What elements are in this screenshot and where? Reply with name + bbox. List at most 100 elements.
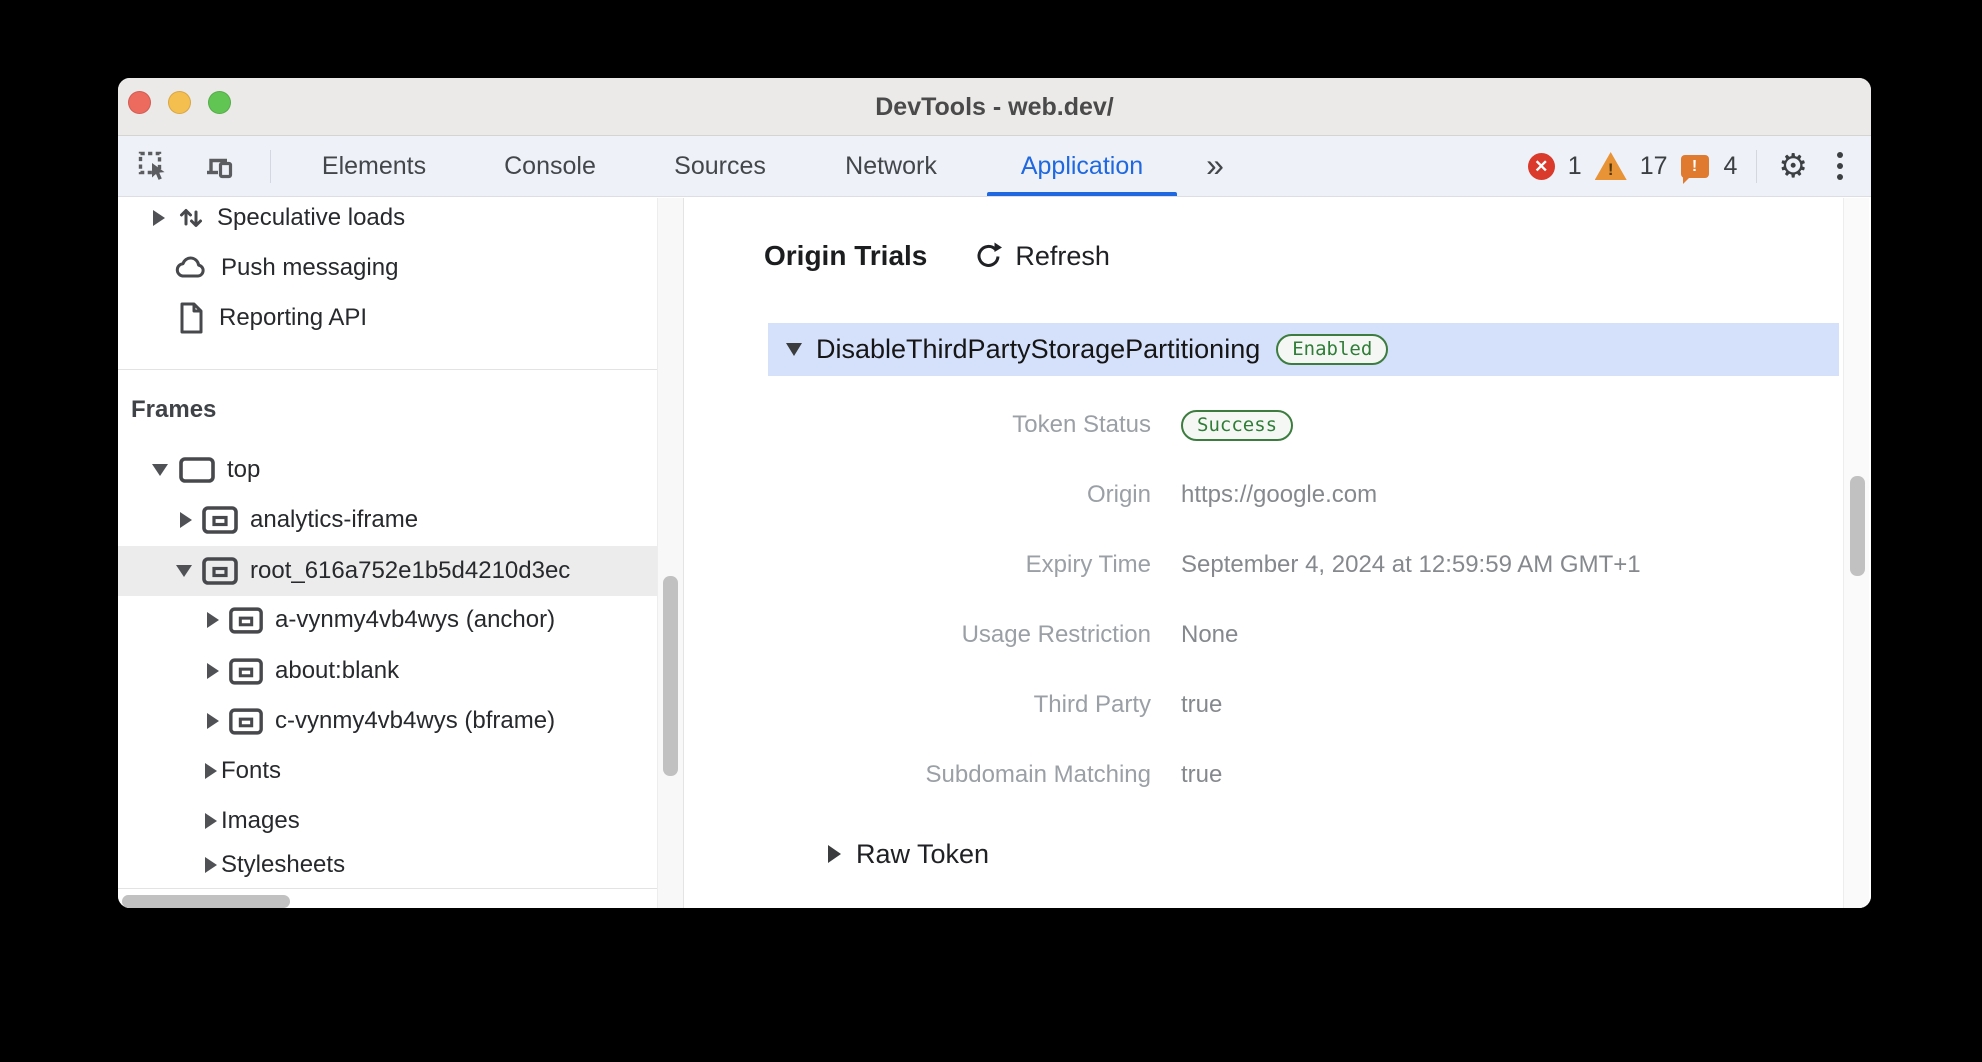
issues-count[interactable]: 4 (1724, 152, 1738, 181)
chevron-right-icon[interactable] (180, 512, 192, 528)
devtools-content: Speculative loads Push messaging Reporti… (118, 198, 1871, 908)
more-tabs-icon[interactable]: » (1206, 136, 1220, 196)
chevron-down-icon[interactable] (176, 565, 192, 577)
window-title: DevTools - web.dev/ (118, 78, 1871, 136)
iframe-icon (201, 505, 239, 535)
sidebar-scrollbar-track[interactable] (657, 198, 683, 908)
chevron-right-icon[interactable] (205, 857, 217, 873)
chevron-right-icon[interactable] (207, 713, 219, 729)
detail-row-usage-restriction: Usage Restriction None (685, 610, 1871, 660)
tree-item-top[interactable]: top (118, 445, 658, 495)
detail-row-subdomain-matching: Subdomain Matching true (685, 750, 1871, 800)
origin-trials-header: Origin Trials Refresh (764, 234, 1110, 278)
issues-icon[interactable]: ! (1681, 155, 1709, 178)
horizontal-scrollbar-thumb[interactable] (122, 895, 290, 908)
error-count[interactable]: 1 (1568, 152, 1582, 181)
trial-row[interactable]: DisableThirdPartyStoragePartitioning Ena… (768, 323, 1839, 376)
detail-row-expiry-time: Expiry Time September 4, 2024 at 12:59:5… (685, 540, 1871, 590)
tree-item-label: Images (221, 807, 300, 835)
tree-item-label: root_616a752e1b5d4210d3ec (250, 557, 570, 585)
panel-title: Origin Trials (764, 240, 927, 272)
detail-row-origin: Origin https://google.com (685, 470, 1871, 520)
tree-item-label: analytics-iframe (250, 506, 418, 534)
tree-item-stylesheets[interactable]: Stylesheets (118, 843, 658, 887)
detail-label: Token Status (685, 411, 1151, 439)
devtools-window: DevTools - web.dev/ Elements Console Sou… (118, 78, 1871, 908)
tree-item-root-frame[interactable]: root_616a752e1b5d4210d3ec (118, 546, 658, 596)
device-toolbar-icon[interactable] (204, 151, 234, 181)
refresh-icon (973, 241, 1003, 271)
raw-token-row[interactable]: Raw Token (828, 829, 989, 879)
sidebar-divider (118, 369, 684, 370)
toolbar-separator (270, 150, 271, 183)
detail-value: true (1181, 761, 1222, 789)
tree-item-label: Fonts (221, 757, 281, 785)
warning-icon[interactable]: ! (1595, 152, 1627, 180)
chevron-right-icon[interactable] (207, 663, 219, 679)
detail-value: None (1181, 621, 1238, 649)
tree-item-bframe[interactable]: c-vynmy4vb4wys (bframe) (118, 696, 658, 746)
tab-elements[interactable]: Elements (322, 136, 426, 196)
sidebar-item-speculative-loads[interactable]: Speculative loads (118, 193, 658, 243)
tab-console[interactable]: Console (504, 136, 596, 196)
main-scrollbar-track[interactable] (1843, 198, 1869, 908)
devtools-toolbar: Elements Console Sources Network Applica… (118, 136, 1871, 197)
chevron-right-icon[interactable] (828, 845, 841, 863)
iframe-icon (228, 657, 264, 686)
tree-item-images[interactable]: Images (118, 796, 658, 846)
kebab-menu-icon[interactable] (1831, 146, 1849, 186)
detail-label: Third Party (685, 691, 1151, 719)
trial-status-badge: Enabled (1276, 334, 1388, 365)
origin-trials-panel: Origin Trials Refresh DisableThirdPartyS… (685, 198, 1871, 908)
sidebar-scrollbar-thumb[interactable] (663, 576, 678, 776)
tree-item-label: about:blank (275, 657, 399, 685)
chevron-right-icon[interactable] (207, 612, 219, 628)
tree-item-about-blank[interactable]: about:blank (118, 646, 658, 696)
detail-label: Origin (685, 481, 1151, 509)
tab-application[interactable]: Application (1021, 136, 1143, 196)
chevron-right-icon[interactable] (153, 210, 165, 226)
toolbar-separator (1756, 150, 1757, 183)
sidebar-item-push-messaging[interactable]: Push messaging (118, 243, 658, 293)
error-icon[interactable]: ✕ (1528, 153, 1555, 180)
trial-name: DisableThirdPartyStoragePartitioning (816, 334, 1260, 365)
refresh-label: Refresh (1015, 241, 1110, 272)
detail-value: https://google.com (1181, 481, 1377, 509)
tree-item-label: a-vynmy4vb4wys (anchor) (275, 606, 555, 634)
chevron-right-icon[interactable] (205, 813, 217, 829)
sidebar-item-label: Speculative loads (217, 204, 405, 232)
titlebar[interactable]: DevTools - web.dev/ (118, 78, 1871, 136)
chevron-right-icon[interactable] (205, 763, 217, 779)
sidebar-divider (118, 888, 684, 889)
detail-label: Usage Restriction (685, 621, 1151, 649)
warning-count[interactable]: 17 (1640, 152, 1668, 181)
toolbar-status-cluster: ✕ 1 ! 17 ! 4 ⚙ (1528, 136, 1849, 196)
main-scrollbar-thumb[interactable] (1850, 476, 1865, 576)
sidebar-item-reporting-api[interactable]: Reporting API (118, 293, 658, 343)
tree-item-anchor-frame[interactable]: a-vynmy4vb4wys (anchor) (118, 595, 658, 645)
iframe-icon (201, 556, 239, 586)
speculative-loads-icon (175, 202, 207, 234)
settings-gear-icon[interactable]: ⚙ (1778, 136, 1808, 196)
detail-value: true (1181, 691, 1222, 719)
tree-item-label: Stylesheets (221, 851, 345, 879)
chevron-down-icon[interactable] (786, 343, 802, 356)
tree-item-label: c-vynmy4vb4wys (bframe) (275, 707, 555, 735)
detail-row-third-party: Third Party true (685, 680, 1871, 730)
tree-item-label: top (227, 456, 260, 484)
chevron-down-icon[interactable] (152, 464, 168, 476)
tree-item-fonts[interactable]: Fonts (118, 746, 658, 796)
detail-label: Expiry Time (685, 551, 1151, 579)
sidebar-item-label: Reporting API (219, 304, 367, 332)
refresh-button[interactable]: Refresh (973, 241, 1110, 272)
inspect-element-icon[interactable] (138, 151, 168, 181)
tree-item-analytics-iframe[interactable]: analytics-iframe (118, 495, 658, 545)
token-status-badge: Success (1181, 410, 1293, 441)
tab-sources[interactable]: Sources (674, 136, 766, 196)
cloud-icon (173, 252, 209, 284)
raw-token-label: Raw Token (856, 839, 989, 870)
tab-network[interactable]: Network (845, 136, 937, 196)
iframe-icon (228, 606, 264, 635)
application-sidebar: Speculative loads Push messaging Reporti… (118, 198, 684, 908)
detail-row-token-status: Token Status Success (685, 400, 1871, 450)
